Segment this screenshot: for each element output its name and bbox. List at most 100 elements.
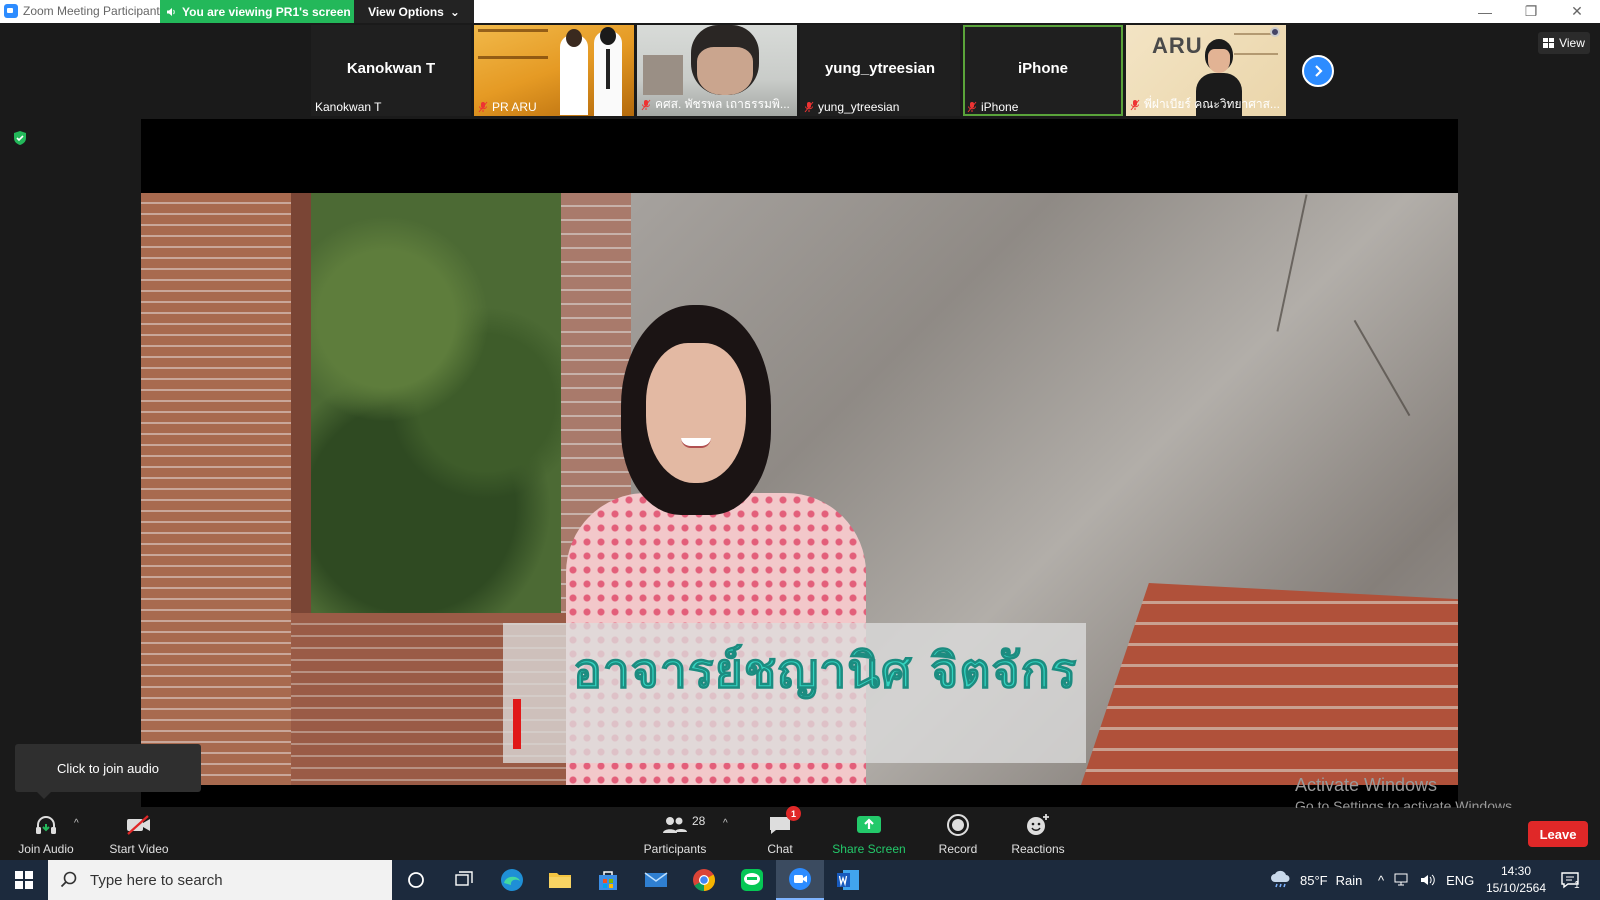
participant-label: พี่ฝาเบียร์ คณะวิทยาศาส... <box>1130 95 1280 114</box>
share-screen-label: Share Screen <box>832 842 906 856</box>
join-audio-label: Join Audio <box>18 842 74 856</box>
participant-name: PR ARU <box>492 100 537 114</box>
minimize-button[interactable]: — <box>1462 0 1508 23</box>
participant-tile[interactable]: คศส. พัชรพล เถาธรรมพิ... <box>637 25 797 116</box>
cortana-button[interactable] <box>392 860 440 900</box>
leave-button[interactable]: Leave <box>1528 821 1588 847</box>
shared-screen: อาจารย์ชญานิศ จิตจักร <box>141 119 1458 807</box>
participants-icon: 28 <box>662 812 705 838</box>
participant-tile[interactable]: PR ARU <box>474 25 634 116</box>
video-off-icon <box>126 812 152 838</box>
chat-unread-badge: 1 <box>786 806 801 821</box>
brick-wall <box>141 193 291 785</box>
close-icon: ✕ <box>1571 3 1583 19</box>
muted-mic-icon <box>641 99 651 110</box>
caption-accent-bar <box>513 699 521 749</box>
start-video-button[interactable]: Start Video <box>100 810 178 858</box>
windows-logo-icon <box>15 871 33 889</box>
view-layout-button[interactable]: View <box>1538 32 1590 54</box>
folder-icon <box>549 873 571 888</box>
task-view-icon <box>455 871 473 886</box>
caption-text: อาจารย์ชญานิศ จิตจักร <box>572 643 1078 700</box>
participant-label: คศส. พัชรพล เถาธรรมพิ... <box>641 95 790 114</box>
reactions-button[interactable]: Reactions <box>1004 810 1072 858</box>
mail-button[interactable] <box>632 860 680 900</box>
meeting-toolbar: Join Audio ^ Start Video 28 Participants… <box>0 806 1600 860</box>
record-button[interactable]: Record <box>928 810 988 858</box>
participant-center-name: Kanokwan T <box>346 60 436 77</box>
shared-video-frame: อาจารย์ชญานิศ จิตจักร <box>141 193 1458 785</box>
volume-icon[interactable] <box>1420 873 1436 887</box>
store-bag-icon <box>599 871 617 890</box>
person-face <box>646 343 746 483</box>
share-screen-icon <box>856 812 882 838</box>
windows-taskbar: Type here to search 85°F Rain ^ ENG 14:3… <box>0 860 1600 900</box>
network-icon[interactable] <box>1394 873 1410 887</box>
join-audio-button[interactable]: Join Audio <box>8 810 84 858</box>
close-button[interactable]: ✕ <box>1554 0 1600 23</box>
next-page-button[interactable] <box>1302 55 1334 87</box>
poster-text-block <box>478 29 548 59</box>
audio-options-caret-icon[interactable]: ^ <box>74 818 79 829</box>
security-shield-icon[interactable] <box>12 130 28 146</box>
store-button[interactable] <box>584 860 632 900</box>
participant-tile[interactable]: yung_ytreesian yung_ytreesian <box>800 25 960 116</box>
cortana-circle-icon <box>408 872 424 888</box>
word-button[interactable] <box>824 860 872 900</box>
chat-button[interactable]: 1 Chat <box>750 806 810 858</box>
window-title: Zoom Meeting Participant <box>23 4 160 18</box>
zoom-app-icon <box>4 4 18 18</box>
speaker-icon <box>167 7 175 16</box>
seal-icon <box>1270 27 1280 37</box>
participant-label: Kanokwan T <box>315 100 382 114</box>
participant-tile[interactable]: ARU พี่ฝาเบียร์ คณะวิทยาศาส... <box>1126 25 1286 116</box>
view-options-button[interactable]: View Options ⌄ <box>354 0 474 23</box>
share-screen-button[interactable]: Share Screen <box>826 810 912 858</box>
participant-tile[interactable]: Kanokwan T Kanokwan T <box>311 25 471 116</box>
line-icon <box>741 869 763 891</box>
name-caption: อาจารย์ชญานิศ จิตจักร <box>503 623 1086 763</box>
edge-browser-button[interactable] <box>488 860 536 900</box>
chat-label: Chat <box>767 842 793 856</box>
zoom-taskbar-button[interactable] <box>776 860 824 900</box>
notification-center-button[interactable]: 1 <box>1560 860 1580 900</box>
participant-name: คศส. พัชรพล เถาธรรมพิ... <box>655 97 790 111</box>
chrome-button[interactable] <box>680 860 728 900</box>
muted-mic-icon <box>1130 99 1140 110</box>
viewing-banner-text: You are viewing PR1's screen <box>182 4 351 19</box>
participant-count: 28 <box>692 814 706 828</box>
trees <box>311 193 561 613</box>
minimize-icon: — <box>1478 3 1492 20</box>
chevron-down-icon: ⌄ <box>449 4 460 19</box>
input-language[interactable]: ENG <box>1446 873 1474 888</box>
weather-widget[interactable]: 85°F Rain <box>1270 860 1362 900</box>
clock-time: 14:30 <box>1500 864 1532 878</box>
system-tray: ^ ENG <box>1378 860 1474 900</box>
chevron-right-icon <box>1315 65 1323 77</box>
participant-name: Kanokwan T <box>315 100 382 114</box>
person-face <box>697 47 753 95</box>
participant-center-name: iPhone <box>1017 60 1068 77</box>
grid-icon <box>1543 38 1555 48</box>
headphones-icon <box>33 812 59 838</box>
taskbar-clock[interactable]: 14:30 15/10/2564 <box>1484 863 1548 897</box>
task-view-button[interactable] <box>440 860 488 900</box>
participant-strip: Kanokwan T Kanokwan T PR ARU คศส. พัชรพล… <box>311 25 1286 117</box>
restore-icon: ❐ <box>1524 3 1538 19</box>
participant-name: พี่ฝาเบียร์ คณะวิทยาศาส... <box>1144 97 1280 111</box>
file-explorer-button[interactable] <box>536 860 584 900</box>
muted-mic-icon <box>804 101 814 113</box>
chrome-icon <box>693 869 715 891</box>
participant-label: PR ARU <box>478 100 537 114</box>
participant-tile-active-speaker[interactable]: iPhone iPhone <box>963 25 1123 116</box>
taskbar-search-box[interactable]: Type here to search <box>48 860 392 900</box>
word-icon <box>837 870 859 890</box>
restore-button[interactable]: ❐ <box>1508 0 1554 23</box>
participants-options-caret-icon[interactable]: ^ <box>723 818 728 829</box>
record-icon <box>945 812 971 838</box>
start-button[interactable] <box>0 860 48 900</box>
participants-button[interactable]: 28 Participants <box>638 810 712 858</box>
line-app-button[interactable] <box>728 860 776 900</box>
chevron-up-icon[interactable]: ^ <box>1378 873 1384 888</box>
watermark-line1: Activate Windows <box>1295 775 1438 795</box>
